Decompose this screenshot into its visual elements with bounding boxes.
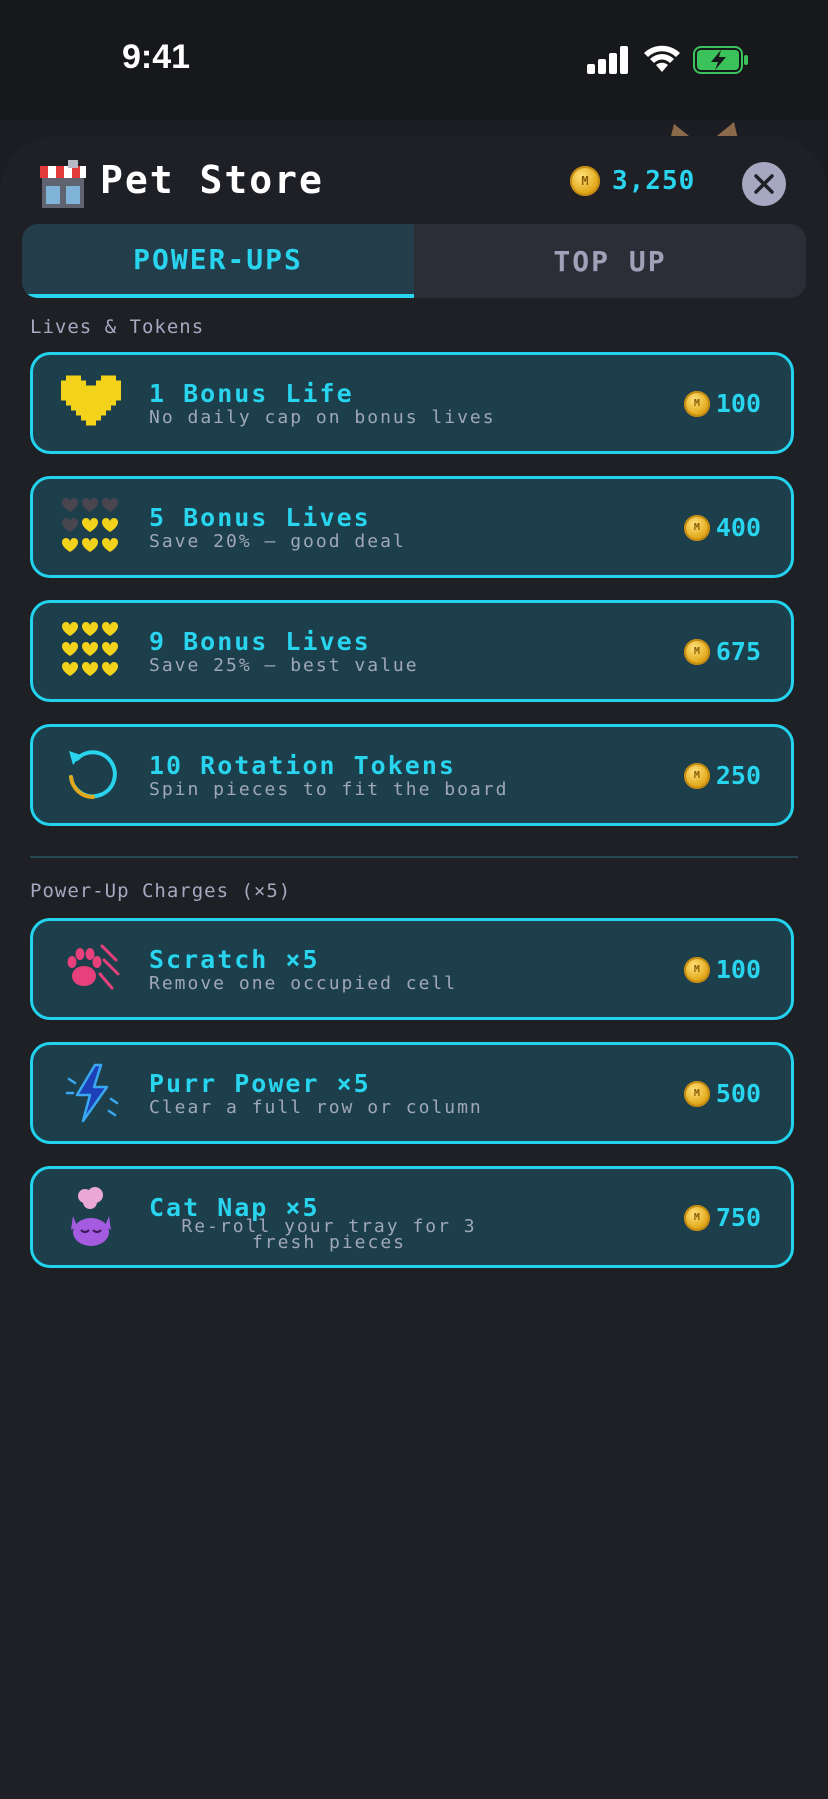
item-description: Spin pieces to fit the board <box>149 779 509 800</box>
item-name: 1 Bonus Life <box>149 379 354 408</box>
section-divider <box>30 856 798 858</box>
store-tabs: POWER-UPS TOP UP <box>22 224 806 298</box>
item-price: M 100 <box>683 955 761 984</box>
store-item-purr-power[interactable]: Purr Power ×5 Clear a full row or column… <box>30 1042 794 1144</box>
price-value: 750 <box>715 1203 761 1232</box>
page-title: Pet Store <box>100 158 324 202</box>
item-description: No daily cap on bonus lives <box>149 407 496 428</box>
store-item-1-bonus-life[interactable]: 1 Bonus Life No daily cap on bonus lives… <box>30 352 794 454</box>
item-description: Remove one occupied cell <box>149 973 458 994</box>
paw-scratch-icon <box>59 937 123 1001</box>
coin-icon: M <box>683 762 710 789</box>
coin-icon: M <box>683 638 710 665</box>
lightning-icon <box>59 1061 123 1125</box>
item-price: M 675 <box>683 637 761 666</box>
item-description: Save 20% — good deal <box>149 531 406 552</box>
tab-power-ups[interactable]: POWER-UPS <box>22 224 414 298</box>
price-value: 500 <box>715 1079 761 1108</box>
item-price: M 750 <box>683 1203 761 1232</box>
price-value: 250 <box>715 761 761 790</box>
item-price: M 250 <box>683 761 761 790</box>
status-bar: 9:41 <box>0 0 828 120</box>
item-name: Scratch ×5 <box>149 945 320 974</box>
cellular-signal-icon <box>587 46 629 74</box>
coin-icon: M <box>683 956 710 983</box>
battery-charging-icon <box>693 46 748 74</box>
section-label-power-up-charges: Power-Up Charges (×5) <box>30 880 292 902</box>
heart-icon <box>59 371 123 435</box>
status-time: 9:41 <box>122 38 191 76</box>
tab-top-up[interactable]: TOP UP <box>414 224 806 298</box>
coin-icon: M <box>683 514 710 541</box>
price-value: 100 <box>715 955 761 984</box>
item-price: M 100 <box>683 389 761 418</box>
sleeping-cat-icon <box>59 1185 123 1249</box>
item-name: 5 Bonus Lives <box>149 503 371 532</box>
price-value: 675 <box>715 637 761 666</box>
item-price: M 400 <box>683 513 761 542</box>
hearts-9-icon <box>59 619 123 683</box>
coin-icon: M <box>683 390 710 417</box>
store-item-scratch[interactable]: Scratch ×5 Remove one occupied cell M 10… <box>30 918 794 1020</box>
item-name: 10 Rotation Tokens <box>149 751 456 780</box>
wifi-icon <box>644 45 680 72</box>
store-item-cat-nap[interactable]: Cat Nap ×5 Re-roll your tray for 3 fresh… <box>30 1166 794 1268</box>
store-header: Pet Store M 3,250 <box>0 136 828 226</box>
store-item-5-bonus-lives[interactable]: 5 Bonus Lives Save 20% — good deal M 400 <box>30 476 794 578</box>
store-item-rotation-tokens[interactable]: 10 Rotation Tokens Spin pieces to fit th… <box>30 724 794 826</box>
hearts-5-icon <box>59 495 123 559</box>
balance-amount: 3,250 <box>612 166 696 196</box>
close-icon <box>754 174 774 194</box>
price-value: 100 <box>715 389 761 418</box>
item-name: Purr Power ×5 <box>149 1069 371 1098</box>
coin-icon: M <box>683 1080 710 1107</box>
price-value: 400 <box>715 513 761 542</box>
item-description: Save 25% — best value <box>149 655 419 676</box>
close-button[interactable] <box>742 162 786 206</box>
coin-icon: M <box>570 166 600 196</box>
item-name: 9 Bonus Lives <box>149 627 371 656</box>
coin-icon: M <box>683 1204 710 1231</box>
item-price: M 500 <box>683 1079 761 1108</box>
coin-balance: M 3,250 <box>570 166 695 196</box>
store-item-9-bonus-lives[interactable]: 9 Bonus Lives Save 25% — best value M 67… <box>30 600 794 702</box>
item-description: Clear a full row or column <box>149 1097 483 1118</box>
store-sheet: Pet Store M 3,250 POWER-UPS TOP UP Lives… <box>0 136 828 1799</box>
item-description: Re-roll your tray for 3 fresh pieces <box>181 1216 477 1253</box>
section-label-lives-tokens: Lives & Tokens <box>30 316 205 338</box>
store-icon <box>40 160 86 208</box>
rotation-icon <box>59 743 123 807</box>
